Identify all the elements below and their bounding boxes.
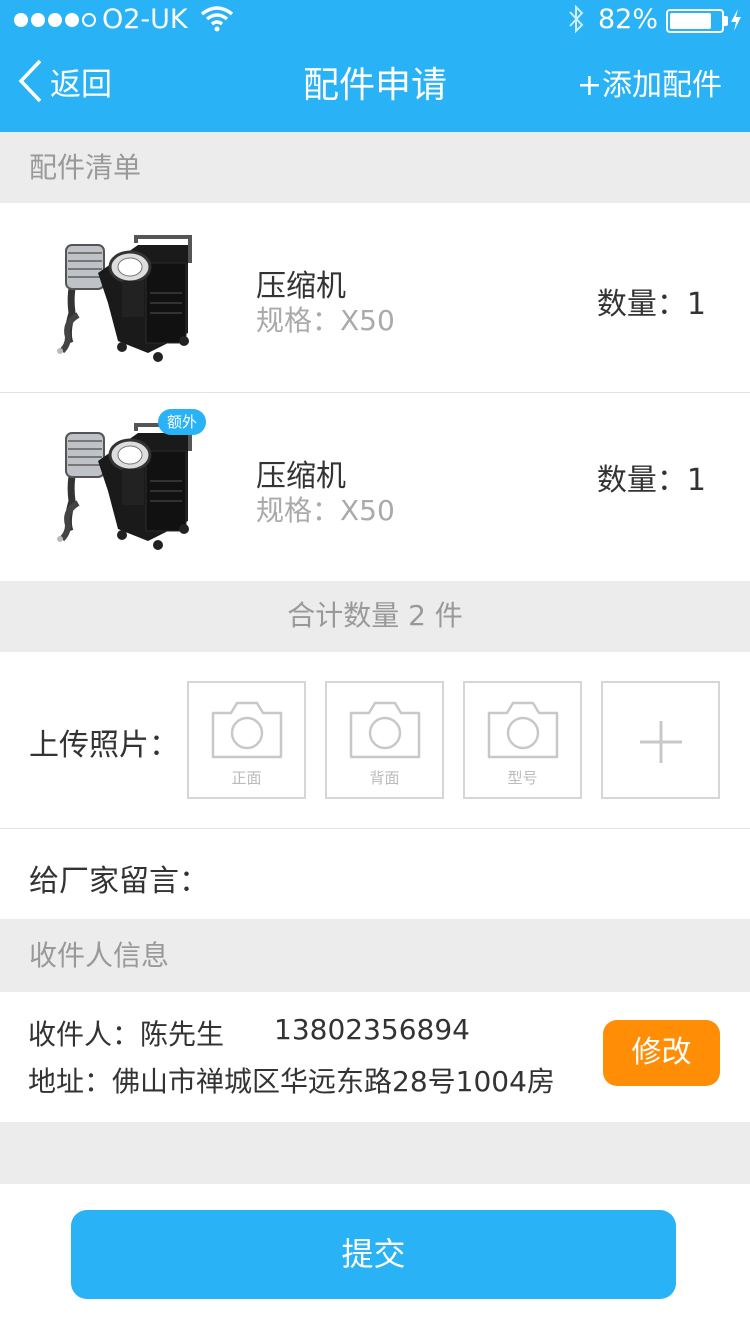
camera-icon bbox=[349, 701, 421, 759]
list-item[interactable]: 压缩机 规格：X50 数量：1 bbox=[0, 203, 750, 391]
photo-slot-caption: 背面 bbox=[369, 769, 400, 787]
signal-icon bbox=[14, 8, 96, 27]
battery-tip bbox=[724, 16, 728, 26]
battery-percentage: 82% bbox=[598, 4, 659, 35]
photo-slot-front[interactable]: 正面 bbox=[187, 681, 306, 799]
list-item[interactable]: 额外 压缩机 规格：X50 数量：1 bbox=[0, 393, 750, 581]
status-bar: O2-UK 82% bbox=[0, 0, 750, 40]
add-part-button[interactable]: +添加配件 bbox=[577, 60, 722, 104]
submit-button[interactable]: 提交 bbox=[71, 1210, 676, 1299]
part-quantity: 数量：1 bbox=[596, 287, 706, 322]
camera-icon bbox=[487, 701, 559, 759]
message-input[interactable] bbox=[210, 840, 730, 910]
photo-slot-back[interactable]: 背面 bbox=[325, 681, 444, 799]
edit-button[interactable]: 修改 bbox=[603, 1020, 720, 1086]
battery-level bbox=[670, 13, 711, 29]
receiver-section-title: 收件人信息 bbox=[0, 920, 750, 992]
camera-icon bbox=[211, 701, 283, 759]
extra-badge: 额外 bbox=[158, 409, 206, 435]
receiver-name: 收件人：陈先生 bbox=[28, 1018, 225, 1051]
carrier-name: O2-UK bbox=[102, 4, 188, 35]
bluetooth-icon bbox=[569, 4, 584, 34]
plus-icon bbox=[640, 721, 682, 763]
receiver-phone: 13802356894 bbox=[274, 1013, 470, 1046]
wifi-icon bbox=[200, 6, 234, 32]
photo-slot-caption: 正面 bbox=[231, 769, 262, 787]
receiver-address: 地址：佛山市禅城区华远东路28号1004房 bbox=[28, 1065, 555, 1098]
part-spec: 规格：X50 bbox=[256, 304, 395, 337]
top-bar: O2-UK 82% 返回 配件申请 +添加配件 bbox=[0, 0, 750, 132]
photo-slot-model[interactable]: 型号 bbox=[463, 681, 582, 799]
photo-slot-caption: 型号 bbox=[507, 769, 538, 787]
part-spec: 规格：X50 bbox=[256, 494, 395, 527]
charging-icon bbox=[731, 9, 741, 31]
part-quantity: 数量：1 bbox=[596, 463, 706, 498]
total-quantity: 合计数量 2 件 bbox=[0, 582, 750, 652]
add-photo-button[interactable] bbox=[601, 681, 720, 799]
divider bbox=[0, 828, 750, 829]
upload-photo-label: 上传照片： bbox=[29, 728, 179, 763]
battery-icon bbox=[666, 9, 724, 33]
message-label: 给厂家留言： bbox=[29, 864, 209, 899]
parts-section-title: 配件清单 bbox=[0, 132, 750, 203]
compressor-image bbox=[38, 223, 210, 373]
parts-list: 压缩机 规格：X50 数量：1 额外 压缩机 规格：X50 数量：1 bbox=[0, 203, 750, 581]
